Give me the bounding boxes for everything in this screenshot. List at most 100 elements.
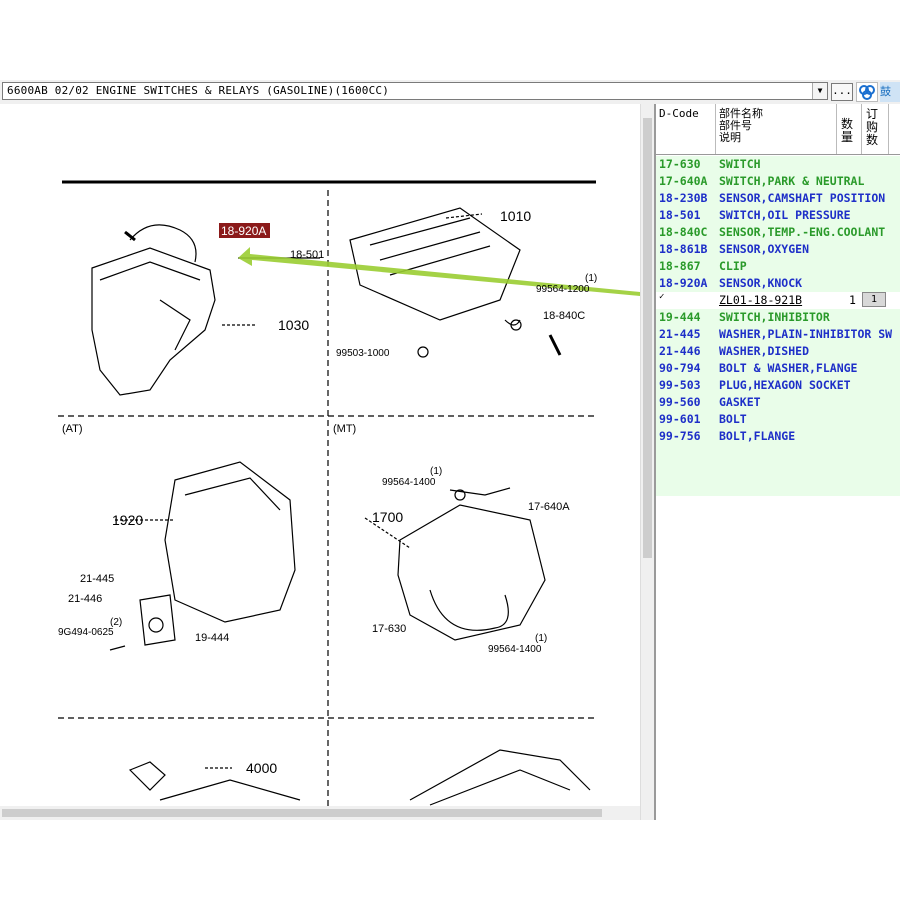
- table-row[interactable]: 18-501 SWITCH,OIL PRESSURE: [656, 207, 900, 224]
- dcode-cell: 18-230B: [659, 191, 708, 205]
- callout-21-446: 21-446: [68, 593, 102, 605]
- callout-1700: 1700: [372, 509, 403, 525]
- table-row[interactable]: 21-446 WASHER,DISHED: [656, 343, 900, 360]
- part-select-checkbox[interactable]: ✓: [659, 292, 664, 302]
- dcode-cell: 21-446: [659, 344, 701, 358]
- column-separator: [888, 104, 889, 154]
- table-row[interactable]: 99-756 BOLT,FLANGE: [656, 428, 900, 445]
- callout-19-444: 19-444: [195, 632, 229, 644]
- callout-9G494-0625: 9G494-0625: [58, 627, 114, 638]
- callout-qty-1a: (1): [585, 273, 597, 284]
- part-number-link[interactable]: ZL01-18-921B: [719, 293, 802, 307]
- table-row[interactable]: 18-920A SENSOR,KNOCK: [656, 275, 900, 292]
- table-row[interactable]: 90-794 BOLT & WASHER,FLANGE: [656, 360, 900, 377]
- parts-list-header: D-Code 部件名称 部件号 说明 数量 订购数: [656, 104, 900, 155]
- dcode-cell: 19-444: [659, 310, 701, 324]
- callout-17-640A: 17-640A: [528, 501, 570, 513]
- callout-qty-1b: (1): [430, 466, 442, 477]
- part-name-cell: GASKET: [719, 395, 761, 409]
- callout-qty-1c: (1): [535, 633, 547, 644]
- dcode-cell: 18-840C: [659, 225, 708, 239]
- scroll-thumb[interactable]: [2, 809, 602, 817]
- parts-list-body: 17-630 SWITCH 17-640A SWITCH,PARK & NEUTRA…: [656, 156, 900, 496]
- chevron-down-icon[interactable]: ▼: [812, 83, 827, 99]
- dcode-cell: 18-501: [659, 208, 701, 222]
- table-row[interactable]: 17-630 SWITCH: [656, 156, 900, 173]
- highlight-callout-label: 18-920A: [221, 224, 266, 238]
- callout-99564-1200: 99564-1200: [536, 284, 590, 295]
- table-row[interactable]: 18-861B SENSOR,OXYGEN: [656, 241, 900, 258]
- part-name-cell: CLIP: [719, 259, 747, 273]
- column-separator: [836, 104, 837, 154]
- dcode-cell: 18-920A: [659, 276, 708, 290]
- column-header-name-line2: 部件号: [719, 119, 752, 132]
- search-button[interactable]: 鼓: [880, 82, 900, 102]
- callout-1030: 1030: [278, 317, 309, 333]
- column-header-order[interactable]: 订购数: [866, 108, 878, 147]
- app-logo-icon[interactable]: [856, 82, 878, 102]
- dcode-cell: 99-503: [659, 378, 701, 392]
- callout-18-501: 18-501: [290, 249, 324, 261]
- part-name-cell: WASHER,DISHED: [719, 344, 810, 358]
- table-row[interactable]: 18-230B SENSOR,CAMSHAFT POSITION: [656, 190, 900, 207]
- empty-bottom-area: [0, 820, 900, 900]
- callout-99503-1000: 99503-1000: [336, 348, 390, 359]
- label-at: (AT): [62, 423, 83, 435]
- part-name-cell: SWITCH,OIL PRESSURE: [719, 208, 851, 222]
- callout-18-840C: 18-840C: [543, 310, 585, 322]
- part-name-cell: WASHER,PLAIN-INHIBITOR SW: [719, 327, 893, 341]
- mt-transmission-drawing: [397, 487, 546, 641]
- dcode-cell: 99-601: [659, 412, 701, 426]
- callout-21-445: 21-445: [80, 573, 114, 585]
- column-header-name-line3: 说明: [719, 131, 741, 144]
- dcode-cell: 18-861B: [659, 242, 708, 256]
- parts-diagram[interactable]: 18-920A 1010 18-501 1030 99564-1200 (1) …: [0, 104, 640, 820]
- table-row[interactable]: 99-560 GASKET: [656, 394, 900, 411]
- part-number-row[interactable]: ✓ ZL01-18-921B 1 1: [656, 292, 900, 309]
- column-separator: [715, 104, 716, 154]
- table-row[interactable]: 19-444 SWITCH,INHIBITOR: [656, 309, 900, 326]
- part-name-cell: SENSOR,TEMP.-ENG.COOLANT: [719, 225, 886, 239]
- table-row[interactable]: 17-640A SWITCH,PARK & NEUTRAL: [656, 173, 900, 190]
- part-name-cell: SENSOR,KNOCK: [719, 276, 803, 290]
- callout-17-630: 17-630: [372, 623, 406, 635]
- part-name-cell: SWITCH: [719, 157, 761, 171]
- callout-4000: 4000: [246, 760, 277, 776]
- diagram-title-combo[interactable]: 6600AB 02/02 ENGINE SWITCHES & RELAYS (G…: [2, 82, 828, 100]
- browse-button[interactable]: ...: [831, 83, 853, 101]
- table-row[interactable]: 18-867 CLIP: [656, 258, 900, 275]
- column-separator: [861, 104, 862, 154]
- dcode-cell: 90-794: [659, 361, 701, 375]
- dcode-cell: 17-630: [659, 157, 701, 171]
- part-name-cell: BOLT: [719, 412, 747, 426]
- table-row[interactable]: 99-601 BOLT: [656, 411, 900, 428]
- diagram-vertical-scrollbar[interactable]: [640, 104, 654, 820]
- callout-1920: 1920: [112, 512, 143, 528]
- column-header-name-line1[interactable]: 部件名称: [719, 108, 763, 119]
- parts-list-panel: D-Code 部件名称 部件号 说明 数量 订购数 17-630 SWITCH 1…: [656, 104, 900, 820]
- toolbar: 6600AB 02/02 ENGINE SWITCHES & RELAYS (G…: [0, 80, 900, 104]
- diagram-horizontal-scrollbar[interactable]: [0, 806, 640, 820]
- dcode-cell: 99-560: [659, 395, 701, 409]
- label-mt: (MT): [333, 423, 356, 435]
- table-row[interactable]: 21-445 WASHER,PLAIN-INHIBITOR SW: [656, 326, 900, 343]
- part-qty-value: 1: [849, 293, 856, 307]
- table-row[interactable]: 99-503 PLUG,HEXAGON SOCKET: [656, 377, 900, 394]
- dcode-cell: 99-756: [659, 429, 701, 443]
- dcode-cell: 18-867: [659, 259, 701, 273]
- callout-1010: 1010: [500, 208, 531, 224]
- scroll-thumb[interactable]: [643, 118, 652, 558]
- callout-99564-1400-b: 99564-1400: [488, 644, 542, 655]
- bottom-parts-drawing: [128, 749, 591, 806]
- table-row[interactable]: 18-840C SENSOR,TEMP.-ENG.COOLANT: [656, 224, 900, 241]
- at-transmission-drawing: [109, 461, 296, 651]
- column-header-dcode[interactable]: D-Code: [659, 108, 699, 119]
- order-qty-input[interactable]: 1: [862, 292, 886, 307]
- part-name-cell: PLUG,HEXAGON SOCKET: [719, 378, 851, 392]
- part-name-cell: SENSOR,CAMSHAFT POSITION: [719, 191, 886, 205]
- part-name-cell: BOLT,FLANGE: [719, 429, 796, 443]
- part-name-cell: SWITCH,INHIBITOR: [719, 310, 830, 324]
- column-header-qty[interactable]: 数量: [841, 118, 853, 144]
- diagram-title-text: 6600AB 02/02 ENGINE SWITCHES & RELAYS (G…: [7, 84, 390, 97]
- dcode-cell: 17-640A: [659, 174, 708, 188]
